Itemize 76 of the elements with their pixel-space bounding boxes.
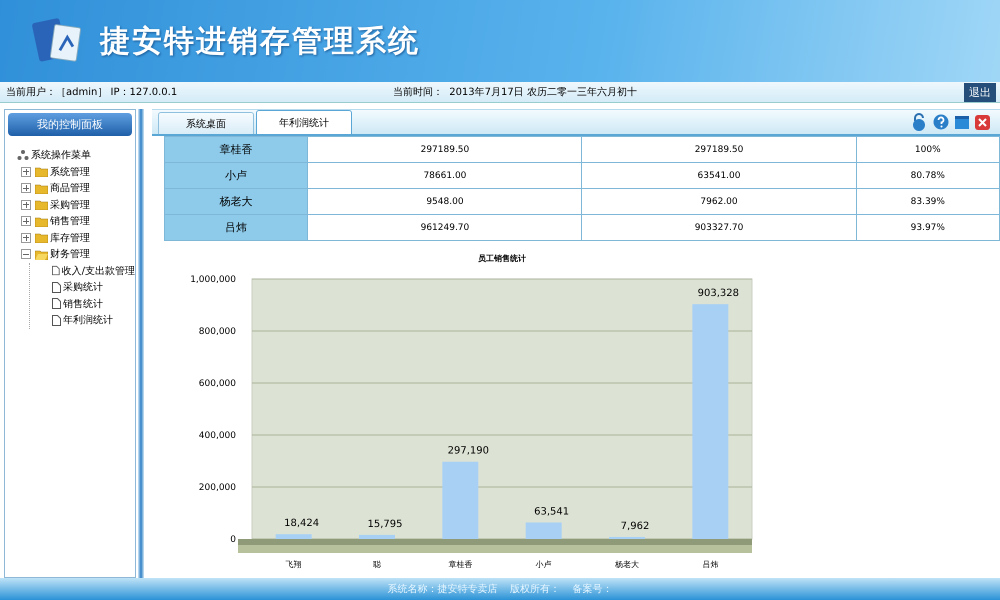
help-icon[interactable] [933, 114, 949, 130]
expander-icon[interactable] [21, 232, 31, 243]
tree-item[interactable]: 销售统计 [63, 296, 103, 311]
value-label: 15,795 [368, 518, 402, 530]
table-cell: 小卢 [164, 162, 308, 188]
folder-icon [35, 232, 48, 244]
table-cell: 78661.00 [308, 162, 582, 188]
value-label: 63,541 [534, 506, 570, 518]
table-cell: 93.97% [856, 214, 1000, 240]
tab[interactable]: 系统桌面 [158, 112, 254, 134]
table-cell: 961249.70 [308, 214, 582, 240]
table-cell: 83.39% [856, 188, 1000, 214]
current-time: 2013年7月17日 农历二零一三年六月初十 [449, 86, 637, 99]
document-icon [52, 265, 60, 276]
document-icon [52, 282, 61, 293]
tree-item[interactable]: 收入/支出款管理 [62, 264, 135, 278]
x-category-label: 杨老大 [615, 560, 639, 569]
expander-icon[interactable] [21, 200, 31, 210]
tree-item[interactable]: 系统管理 [50, 164, 90, 179]
folder-icon [35, 199, 48, 210]
y-tick-label: 800,000 [198, 327, 236, 337]
table-cell: 9548.00 [308, 188, 582, 214]
value-label: 7,962 [620, 520, 650, 532]
x-category-label: 小卢 [536, 560, 552, 569]
y-tick-label: 600,000 [198, 379, 236, 389]
table-cell: 80.78% [856, 162, 1000, 188]
y-tick-label: 400,000 [198, 431, 236, 441]
close-icon[interactable] [975, 114, 990, 130]
y-tick-label: 200,000 [198, 483, 236, 493]
expander-icon[interactable] [21, 166, 31, 177]
expander-icon[interactable] [21, 216, 31, 226]
table-cell: 297189.50 [582, 136, 856, 162]
tree-root-icon [17, 149, 29, 162]
tree-item[interactable]: 财务管理 [50, 247, 90, 262]
document-icon [52, 298, 61, 310]
value-label: 297,190 [448, 446, 490, 457]
window-icon[interactable] [955, 116, 969, 128]
tree-item[interactable]: 库存管理 [50, 230, 90, 245]
x-category-label: 聪 [373, 560, 381, 569]
folder-icon [35, 166, 48, 178]
expander-icon[interactable] [21, 249, 31, 260]
value-label: 903,328 [698, 288, 740, 300]
tab[interactable]: 年利润统计 [256, 110, 352, 134]
panel-title: 我的控制面板 [8, 113, 132, 136]
table-cell: 63541.00 [582, 162, 856, 188]
current-user: 当前用户：［admin］ IP：127.0.0.1 [6, 86, 178, 99]
tree-item[interactable]: 商品管理 [50, 181, 90, 196]
folder-icon [35, 182, 48, 194]
lock-icon[interactable] [911, 113, 927, 131]
table-cell: 吕炜 [164, 214, 308, 240]
tree-item[interactable]: 年利润统计 [63, 313, 113, 328]
tree-item[interactable]: 采购统计 [63, 280, 103, 294]
table-cell: 杨老大 [164, 188, 308, 214]
tree-item[interactable]: 采购管理 [50, 198, 90, 212]
logout-button[interactable]: 退出 [964, 82, 996, 102]
table-cell: 章桂香 [164, 136, 308, 162]
expander-icon[interactable] [21, 183, 31, 194]
open-folder-icon [35, 248, 48, 260]
document-icon [52, 314, 61, 326]
table-cell: 903327.70 [582, 214, 856, 240]
table-cell: 7962.00 [582, 188, 856, 214]
value-label: 18,424 [284, 518, 320, 530]
x-category-label: 章桂香 [448, 560, 472, 569]
tree-item[interactable]: 系统操作菜单 [31, 148, 91, 162]
tree-item[interactable]: 销售管理 [50, 214, 90, 228]
time-label: 当前时间： [393, 86, 444, 99]
table-cell: 297189.50 [308, 136, 582, 162]
x-category-label: 吕炜 [702, 560, 718, 569]
x-category-label: 飞翔 [286, 560, 302, 569]
app-title: 捷安特进销存管理系统 [100, 22, 420, 60]
footer-text: 系统名称：捷安特专卖店 版权所有： 备案号： [387, 582, 613, 596]
y-tick-label: 1,000,000 [190, 275, 236, 285]
chart-title: 员工销售统计 [478, 254, 526, 263]
y-tick-label: 0 [230, 535, 236, 545]
folder-icon [35, 216, 48, 227]
table-cell: 100% [856, 136, 1000, 162]
